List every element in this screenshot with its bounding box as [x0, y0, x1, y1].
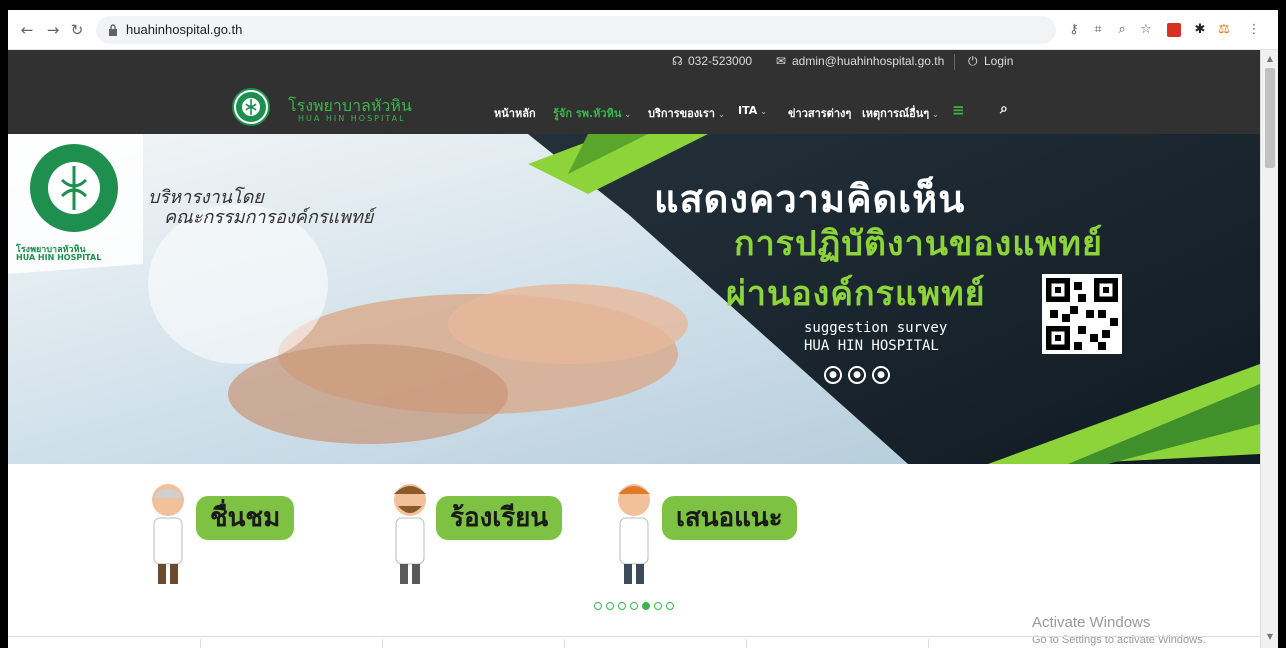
complaint-label: ร้องเรียน — [436, 496, 563, 540]
back-arrow-icon[interactable]: ← — [18, 21, 36, 39]
banner-script-line2: คณะกรรมการองค์กรแพทย์ — [164, 207, 374, 228]
carousel-dot[interactable] — [630, 602, 638, 610]
translate-icon[interactable]: ⌗ — [1088, 20, 1108, 40]
browser-toolbar: ← → ↻ huahinhospital.go.th ⚷ ⌗ ⌕ ☆ ✱ ⚖ ⋮ — [8, 10, 1278, 50]
site-header: ☊ 032-523000 ✉ admin@huahinhospital.go.t… — [8, 50, 1260, 134]
logo-name-en: HUA HIN HOSPITAL — [298, 114, 406, 123]
zoom-icon[interactable]: ⌕ — [1112, 20, 1132, 40]
banner-sub-2: HUA HIN HOSPITAL — [804, 338, 939, 354]
star-icon[interactable]: ☆ — [1136, 20, 1156, 40]
watermark-title: Activate Windows — [1032, 614, 1151, 631]
social-icon-2: ● — [848, 366, 866, 384]
phone-number[interactable]: 032-523000 — [688, 54, 752, 68]
menu-events[interactable]: เหตุการณ์อื่นๆ ⌄ — [862, 104, 939, 122]
email-address[interactable]: admin@huahinhospital.go.th — [792, 54, 944, 68]
extensions-puzzle-icon[interactable]: ✱ — [1190, 20, 1210, 40]
banner-hospital-name-en: HUA HIN HOSPITAL — [16, 253, 102, 262]
qr-code — [1042, 274, 1122, 354]
scroll-up-icon[interactable]: ▲ — [1265, 54, 1275, 64]
carousel-dot[interactable] — [594, 602, 602, 610]
login-link[interactable]: Login — [984, 54, 1013, 68]
ministry-logo-icon[interactable] — [232, 88, 270, 126]
carousel-dot[interactable] — [666, 602, 674, 610]
scroll-thumb[interactable] — [1265, 68, 1275, 168]
mail-icon: ✉ — [776, 54, 787, 68]
menu-home[interactable]: หน้าหลัก — [494, 104, 536, 122]
bottom-section-edge — [8, 636, 1260, 648]
social-icon-1: ● — [824, 366, 842, 384]
lock-icon — [109, 24, 117, 36]
doctor-illustration-icon — [394, 484, 426, 584]
address-bar[interactable]: huahinhospital.go.th — [96, 16, 1056, 44]
search-icon[interactable]: ⌕ — [1000, 101, 1008, 117]
banner-headline-3: ผ่านองค์กรแพทย์ — [726, 274, 986, 314]
key-icon[interactable]: ⚷ — [1064, 20, 1084, 40]
menu-about[interactable]: รู้จัก รพ.หัวหิน ⌄ — [553, 104, 631, 122]
banner-headline-2: การปฏิบัติงานของแพทย์ — [734, 224, 1103, 264]
url-text: huahinhospital.go.th — [126, 22, 243, 37]
social-icon-3: ● — [872, 366, 890, 384]
doctor-illustration-icon — [152, 484, 184, 584]
hamburger-menu-icon[interactable]: ≡ — [952, 101, 965, 119]
scale-extension-icon[interactable]: ⚖ — [1214, 20, 1234, 40]
reload-icon[interactable]: ↻ — [68, 21, 86, 39]
scroll-down-icon[interactable]: ▼ — [1265, 632, 1275, 642]
carousel-dot[interactable] — [654, 602, 662, 610]
suggestion-label: เสนอแนะ — [662, 496, 797, 540]
menu-ita[interactable]: ITA ⌄ — [738, 104, 767, 117]
forward-arrow-icon[interactable]: → — [44, 21, 62, 39]
hero-banner[interactable]: บริหารงานโดย คณะกรรมการองค์กรแพทย์ โรงพย… — [8, 134, 1260, 464]
feedback-card-suggestion[interactable]: เสนอแนะ — [604, 480, 797, 594]
page-scrollbar[interactable]: ▲ ▼ — [1260, 50, 1278, 648]
doctor-illustration-icon — [618, 484, 650, 584]
power-icon: ⏻ — [968, 54, 978, 68]
menu-services[interactable]: บริการของเรา ⌄ — [648, 104, 725, 122]
carousel-dot[interactable] — [618, 602, 626, 610]
browser-window: ← → ↻ huahinhospital.go.th ⚷ ⌗ ⌕ ☆ ✱ ⚖ ⋮… — [8, 10, 1278, 648]
menu-dots-icon[interactable]: ⋮ — [1244, 20, 1264, 40]
pdf-extension-icon[interactable] — [1164, 20, 1184, 40]
carousel-dot[interactable] — [606, 602, 614, 610]
feedback-card-praise[interactable]: ชื่นชม — [138, 480, 295, 594]
menu-news[interactable]: ข่าวสารต่างๆ — [788, 104, 851, 122]
banner-sub-1: suggestion survey — [804, 320, 948, 336]
headset-icon: ☊ — [672, 54, 683, 68]
carousel-indicators — [594, 602, 678, 610]
carousel-dot-active[interactable] — [642, 602, 650, 610]
praise-label: ชื่นชม — [196, 496, 295, 540]
top-contact-bar: ☊ 032-523000 ✉ admin@huahinhospital.go.t… — [8, 54, 1260, 72]
feedback-card-complaint[interactable]: ร้องเรียน — [380, 480, 563, 594]
